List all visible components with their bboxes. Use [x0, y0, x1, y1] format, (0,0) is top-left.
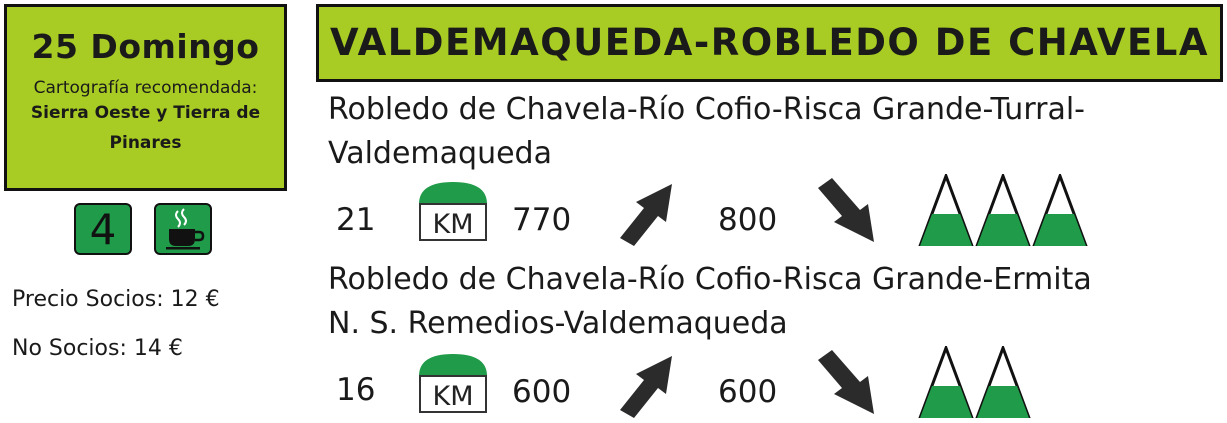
cartography-value: Sierra Oeste y Tierra de Pinares	[30, 103, 261, 153]
route-2-line-1: Robledo de Chavela-Río Cofio-Risca Grand…	[328, 262, 1092, 297]
km-icon: KM	[418, 352, 488, 414]
route-1-descent: 800	[718, 202, 778, 238]
route-2-ascent: 600	[512, 374, 572, 410]
mountain-icon	[918, 174, 974, 246]
price-non-members: No Socios: 14 €	[12, 336, 183, 361]
level-badge: 4	[74, 203, 132, 255]
coffee-cup-icon	[154, 203, 212, 255]
route-1-ascent: 770	[512, 202, 572, 238]
cartography-label: Cartografía recomendada:	[33, 78, 258, 98]
arrow-down-right-icon	[816, 178, 878, 246]
mountain-icon	[975, 346, 1031, 418]
mountain-icon	[918, 346, 974, 418]
page-title: VALDEMAQUEDA-ROBLEDO DE CHAVELA	[329, 21, 1210, 64]
route-2-distance: 16	[336, 372, 376, 408]
route-1-distance: 21	[336, 202, 376, 238]
date-title: 25 Domingo	[31, 27, 260, 66]
route-2-descent: 600	[718, 374, 778, 410]
arrow-up-right-icon	[614, 178, 676, 246]
route-2-difficulty	[918, 346, 1032, 420]
route-1-difficulty	[918, 174, 1089, 248]
km-icon: KM	[418, 180, 488, 242]
arrow-up-right-icon	[614, 350, 676, 418]
mountain-icon	[975, 174, 1031, 246]
km-label: KM	[432, 381, 473, 412]
route-2-line-2: N. S. Remedios-Valdemaqueda	[328, 306, 788, 341]
mountain-icon	[1032, 174, 1088, 246]
km-label: KM	[432, 209, 473, 240]
route-1-line-2: Valdemaqueda	[328, 136, 552, 171]
route-1-line-1: Robledo de Chavela-Río Cofio-Risca Grand…	[328, 92, 1086, 127]
title-box: VALDEMAQUEDA-ROBLEDO DE CHAVELA	[316, 4, 1223, 82]
arrow-down-right-icon	[816, 350, 878, 418]
route-2-description: Robledo de Chavela-Río Cofio-Risca Grand…	[328, 258, 1223, 346]
route-1-description: Robledo de Chavela-Río Cofio-Risca Grand…	[328, 88, 1223, 176]
price-members: Precio Socios: 12 €	[12, 287, 220, 312]
date-box: 25 Domingo Cartografía recomendada: Sier…	[4, 4, 287, 191]
